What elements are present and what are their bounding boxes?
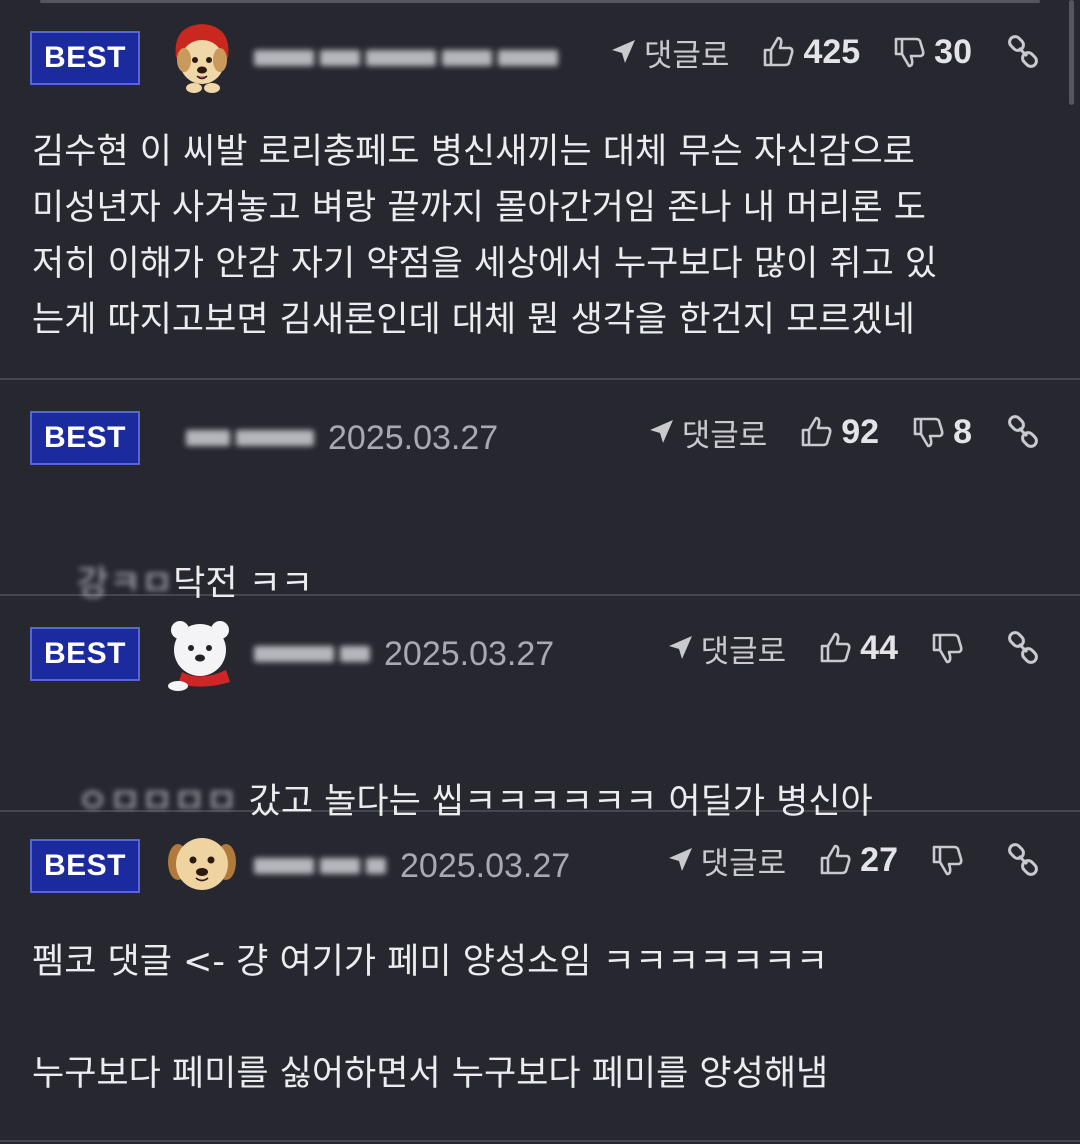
comment-date: 2025.03.27 — [384, 634, 555, 673]
link-button[interactable] — [1006, 843, 1040, 877]
thumbs-up-icon — [799, 415, 833, 449]
arrow-pointer-icon — [608, 37, 638, 67]
comment-body: 김수현 이 씨발 로리충페도 병신새끼는 대체 무슨 자신감으로 미성년자 사겨… — [32, 132, 938, 340]
best-badge: BEST — [30, 411, 140, 465]
dislike-button[interactable] — [930, 631, 972, 665]
arrow-pointer-icon — [646, 417, 676, 447]
comment-item: BEST 2025.03.27 댓글로 92 8 강ㅋㅁ닥전 ㅋㅋ — [0, 380, 1080, 604]
thumbs-up-icon — [818, 843, 852, 877]
best-badge: BEST — [30, 627, 140, 681]
puppy-face-icon — [164, 828, 240, 904]
thumbs-down-icon — [911, 415, 945, 449]
comment-date: 2025.03.27 — [328, 418, 499, 457]
comment-body: 펨코 댓글 <- 걍 여기가 페미 양성소임 ㅋㅋㅋㅋㅋㅋㅋ 누구보다 페미를 … — [32, 942, 829, 1094]
comment-item: BEST 댓글로 425 30 김수현 이 씨발 로리충페도 병신새끼는 대체 … — [0, 0, 1080, 380]
link-icon — [1006, 35, 1040, 69]
thumbs-down-icon — [892, 35, 926, 69]
comment-date: 2025.03.27 — [400, 846, 571, 885]
puppy-red-hood-icon — [164, 20, 240, 96]
dislike-button[interactable]: 8 — [911, 413, 972, 452]
link-button[interactable] — [1006, 631, 1040, 665]
nickname-blurred[interactable] — [254, 854, 386, 878]
link-icon — [1006, 843, 1040, 877]
best-badge: BEST — [30, 839, 140, 893]
like-button[interactable]: 27 — [818, 841, 898, 880]
reply-button[interactable]: 댓글로 — [608, 30, 729, 75]
best-badge: BEST — [30, 31, 140, 85]
link-button[interactable] — [1006, 415, 1040, 449]
like-button[interactable]: 44 — [818, 629, 898, 668]
like-button[interactable]: 425 — [761, 33, 860, 72]
thumbs-down-icon — [930, 631, 964, 665]
like-button[interactable]: 92 — [799, 413, 879, 452]
arrow-pointer-icon — [665, 633, 695, 663]
reply-button[interactable]: 댓글로 — [665, 626, 786, 671]
thumbs-down-icon — [930, 843, 964, 877]
polar-bear-icon — [164, 616, 240, 692]
reply-button[interactable]: 댓글로 — [665, 838, 786, 883]
thumbs-up-icon — [761, 35, 795, 69]
nickname-blurred[interactable] — [186, 426, 314, 450]
arrow-pointer-icon — [665, 845, 695, 875]
comment-item: BEST 2025.03.27 댓글로 — [0, 812, 1080, 1142]
comment-item: BEST 2025.03.27 댓글로 — [0, 596, 1080, 822]
link-button[interactable] — [1006, 35, 1040, 69]
nickname-blurred[interactable] — [254, 642, 370, 666]
link-icon — [1006, 415, 1040, 449]
dislike-button[interactable] — [930, 843, 972, 877]
dislike-button[interactable]: 30 — [892, 33, 972, 72]
reply-button[interactable]: 댓글로 — [646, 410, 767, 455]
thumbs-up-icon — [818, 631, 852, 665]
link-icon — [1006, 631, 1040, 665]
nickname-blurred[interactable] — [254, 46, 558, 70]
